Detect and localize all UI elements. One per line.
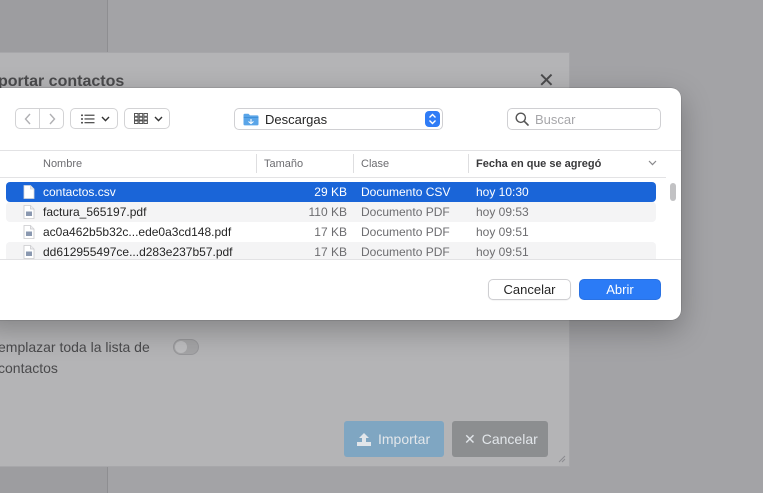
- upload-icon: [357, 432, 371, 446]
- column-separator[interactable]: [353, 154, 354, 173]
- column-header-date[interactable]: Fecha en que se agregó: [476, 158, 601, 170]
- open-button[interactable]: Abrir: [579, 279, 661, 300]
- file-size: 17 KB: [314, 225, 347, 239]
- file-name: factura_565197.pdf: [43, 205, 147, 219]
- stepper-icon: [425, 111, 440, 127]
- forward-button[interactable]: [39, 109, 63, 128]
- folder-icon: [243, 113, 259, 125]
- grid-view-icon: [134, 113, 148, 124]
- file-date: hoy 09:51: [476, 245, 529, 259]
- file-size: 29 KB: [314, 185, 347, 199]
- file-browser: Nombre Tamaño Clase Fecha en que se agre…: [0, 151, 681, 259]
- column-separator[interactable]: [468, 154, 469, 173]
- navigation-buttons: [15, 108, 64, 129]
- cancel-import-label: Cancelar: [481, 431, 538, 447]
- close-icon: ✕: [464, 430, 476, 447]
- chevron-down-icon[interactable]: [648, 160, 657, 166]
- search-icon: [515, 112, 529, 126]
- list-view-menu[interactable]: [70, 108, 118, 129]
- file-row[interactable]: dd612955497ce...d283e237b57.pdf 17 KB Do…: [6, 242, 656, 259]
- chevron-down-icon: [101, 116, 110, 122]
- dialog-toolbar: Descargas: [0, 88, 681, 150]
- column-separator[interactable]: [256, 154, 257, 173]
- file-kind: Documento CSV: [361, 185, 451, 199]
- pdf-file-icon: [23, 225, 35, 239]
- location-popup[interactable]: Descargas: [234, 108, 443, 130]
- file-name: dd612955497ce...d283e237b57.pdf: [43, 245, 233, 259]
- import-button-label: Importar: [378, 431, 431, 447]
- pdf-file-icon: [23, 245, 35, 259]
- file-name: ac0a462b5b32c...ede0a3cd148.pdf: [43, 225, 232, 239]
- location-label: Descargas: [265, 111, 328, 127]
- file-name: contactos.csv: [43, 185, 116, 199]
- list-view-icon: [81, 114, 95, 123]
- back-button[interactable]: [16, 109, 39, 128]
- file-row[interactable]: factura_565197.pdf 110 KB Documento PDF …: [6, 202, 656, 222]
- file-kind: Documento PDF: [361, 245, 450, 259]
- replace-list-toggle[interactable]: [173, 339, 199, 355]
- file-size: 110 KB: [308, 205, 347, 219]
- replace-list-label: emplazar toda la lista de contactos: [0, 339, 150, 376]
- resize-grip-icon[interactable]: [556, 453, 566, 463]
- file-date: hoy 10:30: [476, 185, 529, 199]
- chevron-down-icon: [154, 116, 163, 122]
- column-header-size[interactable]: Tamaño: [264, 158, 303, 170]
- file-open-dialog: Descargas Nombre Tamaño Clase Fecha en q…: [0, 88, 681, 320]
- search-input[interactable]: [535, 111, 655, 127]
- scrollbar-thumb[interactable]: [670, 183, 676, 201]
- column-header-name[interactable]: Nombre: [43, 158, 82, 170]
- search-field[interactable]: [507, 108, 661, 130]
- forward-icon: [48, 113, 55, 124]
- file-icon: [23, 185, 35, 199]
- file-date: hoy 09:53: [476, 205, 529, 219]
- file-list: contactos.csv 29 KB Documento CSV hoy 10…: [6, 182, 656, 259]
- file-date: hoy 09:51: [476, 225, 529, 239]
- back-icon: [24, 113, 31, 124]
- column-header-row: Nombre Tamaño Clase Fecha en que se agre…: [0, 151, 666, 178]
- vertical-scrollbar[interactable]: [669, 181, 677, 259]
- file-size: 17 KB: [314, 245, 347, 259]
- footer-divider: [0, 259, 681, 260]
- file-kind: Documento PDF: [361, 225, 450, 239]
- import-button[interactable]: Importar: [344, 421, 444, 457]
- pdf-file-icon: [23, 205, 35, 219]
- cancel-import-button[interactable]: ✕ Cancelar: [452, 421, 548, 457]
- file-row[interactable]: contactos.csv 29 KB Documento CSV hoy 10…: [6, 182, 656, 202]
- grid-view-menu[interactable]: [124, 108, 170, 129]
- file-row[interactable]: ac0a462b5b32c...ede0a3cd148.pdf 17 KB Do…: [6, 222, 656, 242]
- column-header-kind[interactable]: Clase: [361, 158, 389, 170]
- file-kind: Documento PDF: [361, 205, 450, 219]
- cancel-button[interactable]: Cancelar: [488, 279, 571, 300]
